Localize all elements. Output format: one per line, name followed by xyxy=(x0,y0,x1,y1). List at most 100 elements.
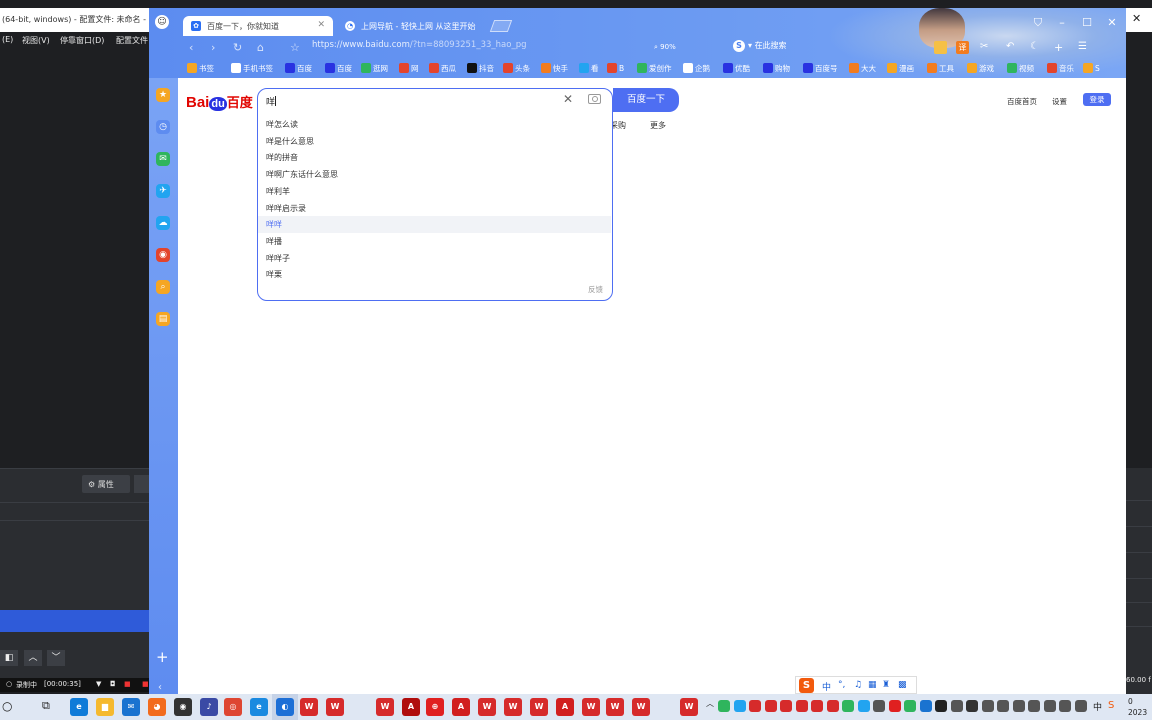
home-icon[interactable]: ⌂ xyxy=(257,41,264,54)
tray-icon[interactable] xyxy=(1043,700,1056,712)
star-icon[interactable]: ★ xyxy=(156,88,170,102)
tray-icon[interactable] xyxy=(1012,700,1025,712)
obs-close-icon[interactable]: ✕ xyxy=(1132,12,1141,25)
tray-icon[interactable] xyxy=(795,700,808,712)
obs-menu-profile[interactable]: 配置文件 xyxy=(116,35,148,46)
stop-icon[interactable]: ■ xyxy=(142,680,149,688)
forward-icon[interactable]: › xyxy=(211,41,215,54)
chevron-down-icon[interactable]: ▼ xyxy=(96,680,101,688)
skin-icon[interactable]: ⛉ xyxy=(1027,16,1049,30)
extension-icon[interactable] xyxy=(934,41,947,54)
bookmark-item[interactable]: 视频 xyxy=(1007,63,1034,74)
ime-punctuation[interactable]: °, xyxy=(838,680,845,690)
wps-icon[interactable]: W xyxy=(680,698,698,716)
close-tab-icon[interactable]: ✕ xyxy=(317,20,325,30)
bookmark-item[interactable]: 大大 xyxy=(849,63,876,74)
wps-icon[interactable]: W xyxy=(530,698,548,716)
properties-button[interactable]: ⚙ 属性 xyxy=(82,475,130,493)
tab-baidu[interactable]: ✿ 百度一下，你就知道 ✕ xyxy=(183,16,333,36)
tray-icon[interactable] xyxy=(935,700,947,712)
chrome-icon[interactable]: ◎ xyxy=(224,698,242,716)
tray-icon[interactable] xyxy=(873,700,885,712)
suggestion-item[interactable]: 咩咩子 xyxy=(258,250,611,267)
firefox-icon[interactable]: ◕ xyxy=(148,698,166,716)
bookmark-item[interactable]: 工具 xyxy=(927,63,954,74)
maximize-icon[interactable]: ☐ xyxy=(1076,16,1098,29)
edge-icon[interactable]: e xyxy=(70,698,88,716)
tray-icon[interactable] xyxy=(997,700,1009,712)
move-up-icon[interactable]: ︿ xyxy=(24,650,42,666)
tray-icon[interactable] xyxy=(764,700,777,712)
suggestion-item[interactable]: 咩啊广东话什么意思 xyxy=(258,166,611,183)
wps-icon[interactable]: W xyxy=(478,698,496,716)
tab-hao-navigation[interactable]: ◔ 上网导航 - 轻快上网 从这里开始 xyxy=(337,16,487,36)
wps-icon[interactable]: W xyxy=(376,698,394,716)
adobe-icon[interactable]: A xyxy=(402,698,420,716)
bookmark-item[interactable]: S xyxy=(1083,63,1100,73)
suggestion-item[interactable]: 咩的拼音 xyxy=(258,149,611,166)
baidu-logo[interactable]: Bai du 百度 xyxy=(186,92,253,111)
record-icon[interactable]: ■ xyxy=(124,680,131,688)
new-tab-button[interactable] xyxy=(489,20,513,32)
bookmark-item[interactable]: 网 xyxy=(399,63,419,74)
input-language[interactable]: 中 xyxy=(1093,700,1102,713)
tray-icon[interactable] xyxy=(733,700,746,712)
tray-icon[interactable] xyxy=(981,700,994,712)
bookmark-item[interactable]: 企鹅 xyxy=(683,63,710,74)
suggestion-item[interactable]: 咩咩 xyxy=(258,216,611,234)
moon-icon[interactable]: ☾ xyxy=(1030,41,1043,54)
suggestion-item[interactable]: 咩利羊 xyxy=(258,183,611,200)
target-icon[interactable]: ⊕ xyxy=(426,698,444,716)
move-down-icon[interactable]: ﹀ xyxy=(47,650,65,666)
tray-icon[interactable] xyxy=(1028,700,1040,712)
file-explorer-icon[interactable]: ▆ xyxy=(96,698,114,716)
ie-icon[interactable]: e xyxy=(250,698,268,716)
minimize-icon[interactable]: – xyxy=(1051,16,1073,29)
toolbox-icon[interactable]: ▩ xyxy=(898,680,907,690)
sogou-ime-icon[interactable]: S xyxy=(799,678,814,693)
browser-360-icon[interactable]: ◐ xyxy=(276,698,294,716)
favorite-star-icon[interactable]: ☆ xyxy=(290,41,300,54)
feedback-link[interactable]: 反馈 xyxy=(588,284,603,295)
wps-icon[interactable]: W xyxy=(606,698,624,716)
add-sidebar-icon[interactable]: + xyxy=(156,648,169,666)
bookmark-item[interactable]: 音乐 xyxy=(1047,63,1074,74)
tray-icon[interactable] xyxy=(749,700,761,712)
bookmark-item[interactable]: 漫画 xyxy=(887,63,914,74)
search-button[interactable]: 百度一下 xyxy=(613,88,679,112)
acrobat-icon[interactable]: A xyxy=(452,698,470,716)
bookmark-item[interactable]: 百度 xyxy=(325,63,352,74)
skin-shirt-icon[interactable]: ♜ xyxy=(882,680,890,690)
nav-link-more[interactable]: 更多 xyxy=(650,120,666,131)
tray-icon[interactable] xyxy=(718,700,730,712)
clock[interactable]: 0 2023 xyxy=(1128,696,1147,718)
tray-icon[interactable] xyxy=(842,700,854,712)
translate-icon[interactable]: 译 xyxy=(956,41,969,54)
refresh-icon[interactable]: ↻ xyxy=(233,41,242,54)
zoom-level[interactable]: ⌕ 90% xyxy=(654,43,676,52)
clear-input-icon[interactable]: ✕ xyxy=(563,92,573,106)
search-box[interactable]: 咩 ✕ 咩怎么读 咩是什么意思 咩的拼音 咩啊广东话什么意思 咩利羊 咩咩启示录 咩咩 咩播咩… xyxy=(257,88,613,301)
bookmark-item[interactable]: 快手 xyxy=(541,63,568,74)
suggestion-item[interactable]: 咩怎么读 xyxy=(258,116,611,133)
cut-icon[interactable]: ✂ xyxy=(980,41,993,54)
bookmark-item[interactable]: 逛网 xyxy=(361,63,388,74)
tray-icon[interactable] xyxy=(857,700,870,712)
tray-icon[interactable] xyxy=(919,700,932,712)
back-icon[interactable]: ‹ xyxy=(189,41,193,54)
bookmark-item[interactable]: 百度 xyxy=(285,63,312,74)
bookmark-item[interactable]: B xyxy=(607,63,624,73)
app-icon[interactable]: ♪ xyxy=(200,698,218,716)
bookmark-item[interactable]: 抖音 xyxy=(467,63,494,74)
settings-link[interactable]: 设置 xyxy=(1052,96,1067,107)
tray-icon[interactable] xyxy=(811,700,823,712)
plane-icon[interactable]: ✈ xyxy=(156,184,170,198)
menu-icon[interactable]: ☰ xyxy=(1078,41,1091,54)
bookmark-item[interactable]: 爱创作 xyxy=(637,63,672,74)
bookmark-item[interactable]: 游戏 xyxy=(967,63,994,74)
mail-icon[interactable]: ✉ xyxy=(122,698,140,716)
obs-icon[interactable]: ◉ xyxy=(174,698,192,716)
tray-icon[interactable] xyxy=(888,700,901,712)
selected-source-row[interactable] xyxy=(0,610,152,632)
camera-icon[interactable] xyxy=(588,94,601,104)
